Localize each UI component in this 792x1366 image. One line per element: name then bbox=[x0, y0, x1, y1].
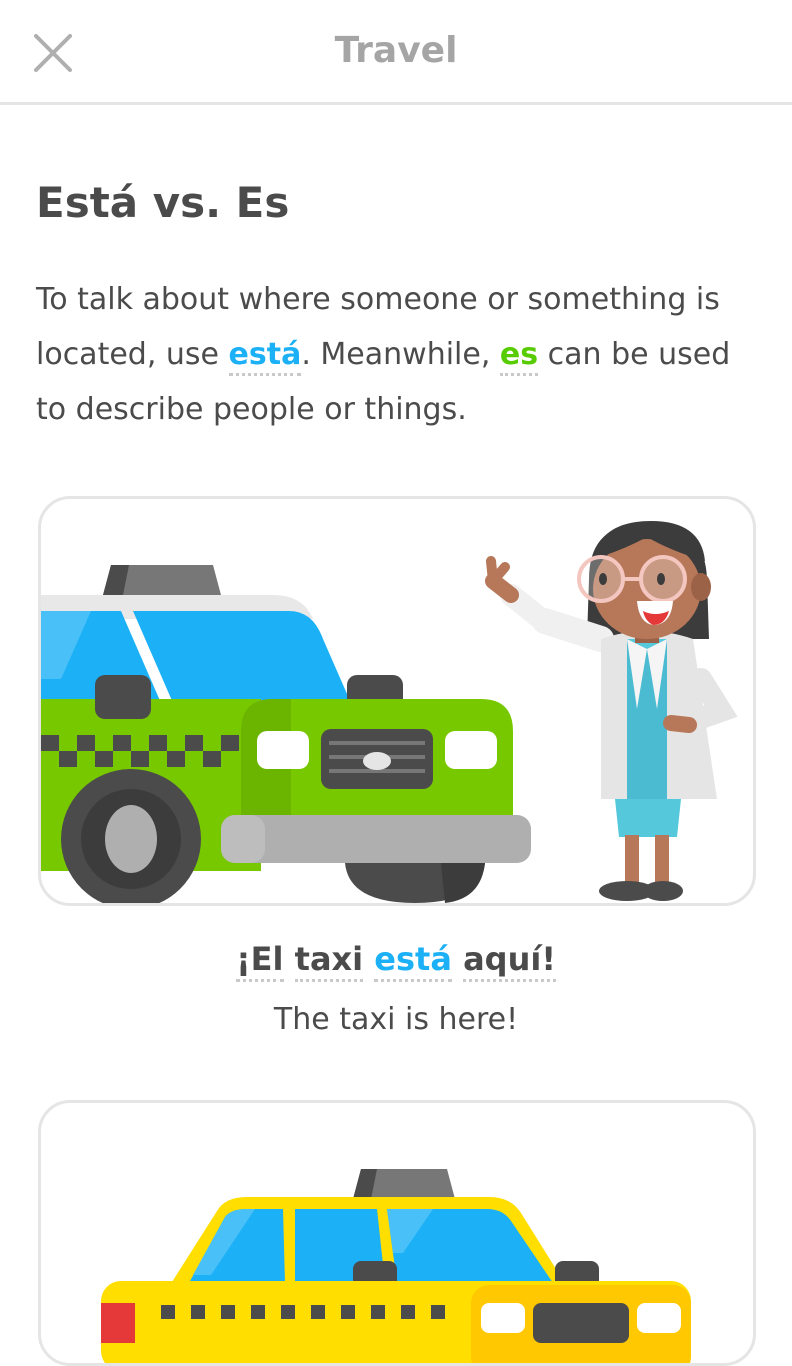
example-translation: The taxi is here! bbox=[273, 1002, 519, 1037]
paragraph-text: . Meanwhile, bbox=[301, 337, 500, 372]
yellow-taxi-illustration bbox=[101, 1169, 691, 1363]
example-word-highlight[interactable]: está bbox=[374, 940, 452, 982]
example-word[interactable]: taxi bbox=[294, 940, 364, 982]
lesson-paragraph: To talk about where someone or something… bbox=[36, 272, 756, 437]
example-illustration-card bbox=[38, 1100, 756, 1366]
example-illustration-card bbox=[38, 496, 756, 906]
example-word[interactable]: aquí! bbox=[463, 940, 556, 982]
keyword-es[interactable]: es bbox=[499, 337, 539, 376]
keyword-esta[interactable]: está bbox=[228, 337, 302, 376]
example-word[interactable]: ¡El bbox=[236, 940, 284, 982]
example-sentence: ¡El taxi está aquí! bbox=[0, 940, 792, 982]
top-bar: Travel bbox=[0, 0, 792, 105]
lesson-heading: Está vs. Es bbox=[36, 178, 290, 227]
taxi-woman-illustration bbox=[41, 521, 738, 903]
page-title: Travel bbox=[334, 30, 458, 71]
